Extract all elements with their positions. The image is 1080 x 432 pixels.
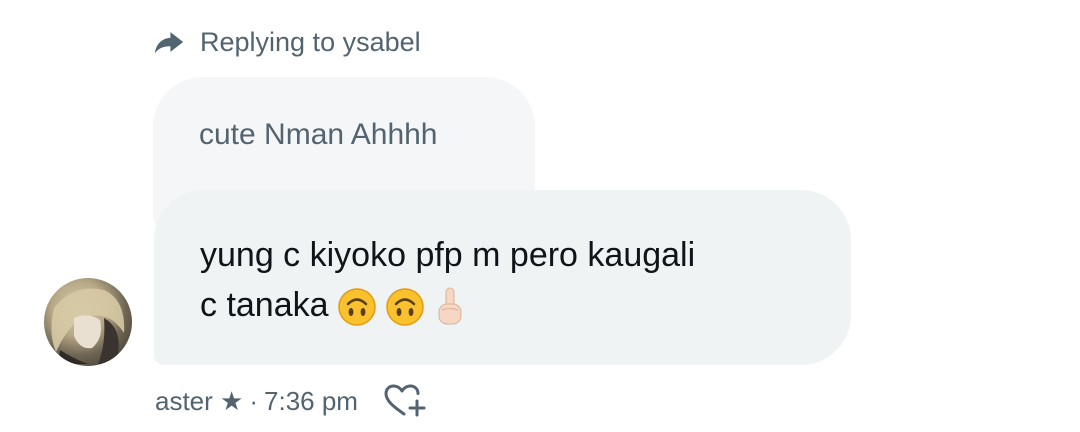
avatar[interactable] bbox=[44, 278, 132, 366]
message-time: 7:36 pm bbox=[264, 385, 358, 416]
reply-arrow-icon bbox=[154, 32, 184, 54]
dm-conversation: Replying to ysabel cute Nman Ahhhh yung … bbox=[0, 0, 1080, 432]
message-meta: aster ★ · 7:36 pm bbox=[155, 383, 426, 419]
quoted-message-text: cute Nman Ahhhh bbox=[199, 118, 438, 151]
message-line-1: yung c kiyoko pfp m pero kaugali bbox=[200, 236, 696, 274]
message-text: yung c kiyoko pfp m pero kaugali c tanak… bbox=[200, 230, 840, 330]
avatar-image bbox=[51, 288, 125, 364]
heart-plus-icon bbox=[384, 384, 426, 417]
upside-down-face-emoji bbox=[385, 288, 424, 326]
replying-to-indicator: Replying to ysabel bbox=[152, 24, 421, 60]
pointing-up-hand-emoji bbox=[438, 287, 462, 325]
upside-down-face-emoji bbox=[337, 288, 376, 326]
meta-separator: · bbox=[249, 385, 259, 416]
replying-to-text: Replying to ysabel bbox=[200, 26, 421, 57]
message-line-2-text: c tanaka bbox=[200, 286, 329, 324]
sender-name: aster ★ bbox=[155, 385, 244, 416]
add-reaction-button[interactable] bbox=[382, 383, 426, 419]
message-line-2: c tanaka bbox=[200, 280, 840, 330]
